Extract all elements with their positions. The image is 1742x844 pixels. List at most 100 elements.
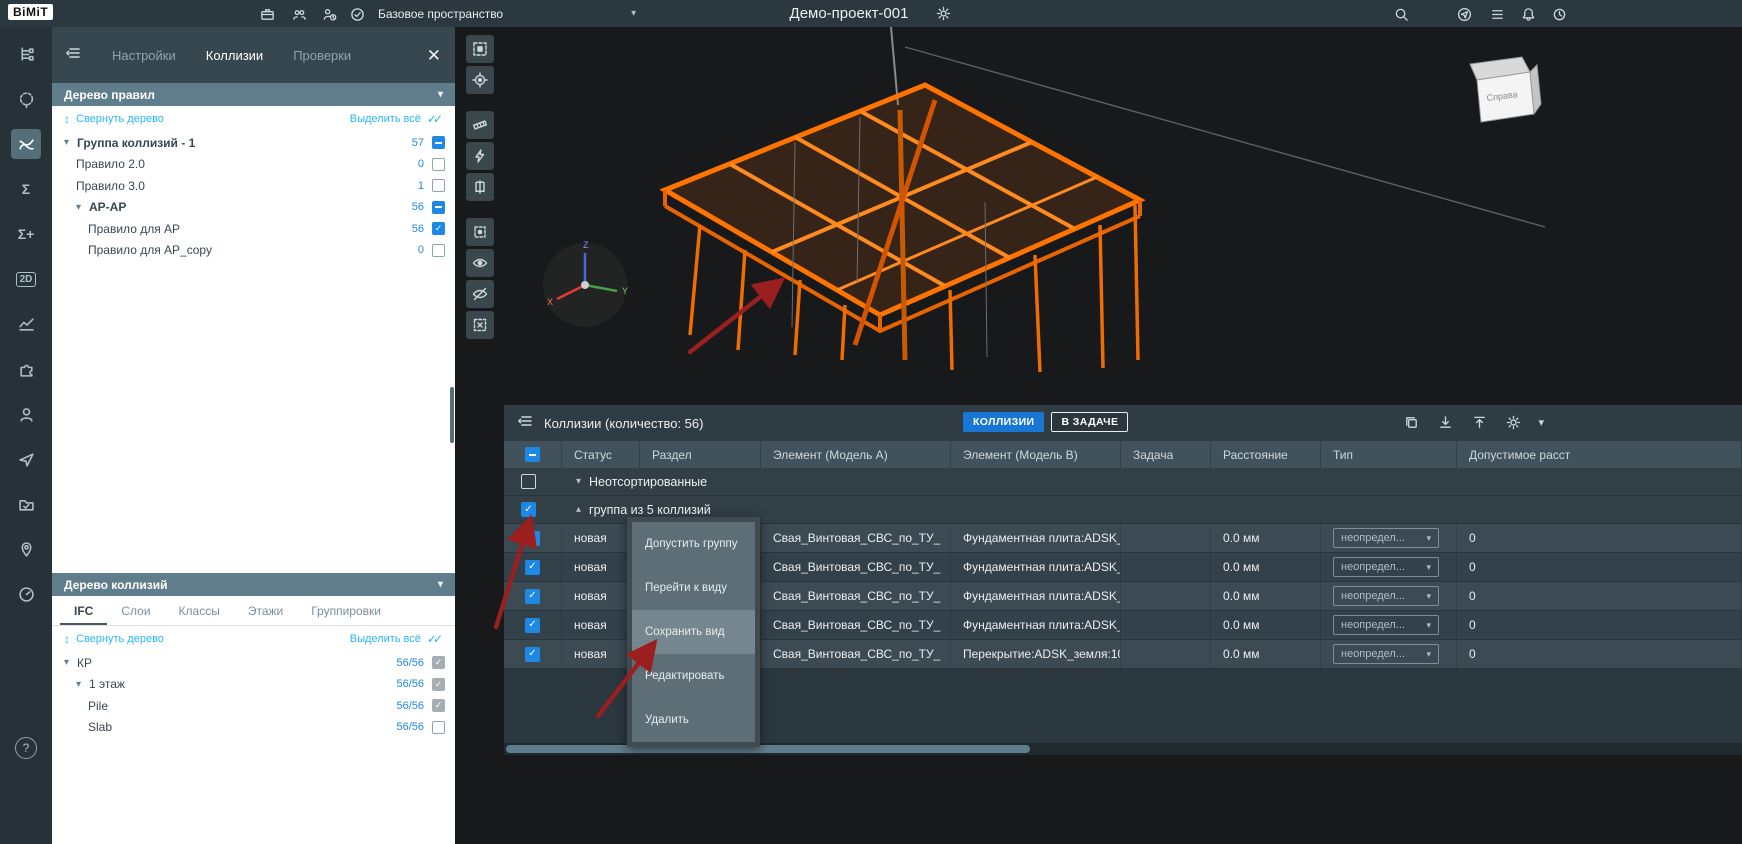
collisions-toggle-button[interactable]: КОЛЛИЗИИ	[963, 412, 1044, 432]
contacts-pin-icon[interactable]	[11, 534, 41, 564]
rules-tree-item[interactable]: Правило для АР 56	[52, 218, 455, 240]
project-settings-gear-icon[interactable]	[934, 5, 952, 23]
scrollbar-thumb[interactable]	[506, 745, 1030, 753]
select-all-link[interactable]: Выделить всё	[350, 113, 421, 125]
charts-icon[interactable]	[11, 309, 41, 339]
caret-down-icon[interactable]: ▾	[576, 476, 581, 487]
column-status[interactable]: Статус	[562, 441, 640, 468]
history-clock-icon[interactable]	[1550, 5, 1568, 23]
show-eye-icon[interactable]	[466, 249, 494, 277]
checkbox-unchecked[interactable]	[432, 721, 445, 734]
type-dropdown[interactable]: неопредел...▾	[1333, 644, 1439, 664]
projects-folder-icon[interactable]	[11, 489, 41, 519]
collision-tree-item[interactable]: Slab 56/56	[52, 717, 455, 739]
caret-down-icon[interactable]: ▾	[76, 202, 89, 213]
sum-add-icon[interactable]: Σ+	[11, 219, 41, 249]
table-settings-gear-icon[interactable]	[1504, 413, 1522, 431]
notifications-bell-icon[interactable]	[1519, 5, 1537, 23]
type-dropdown[interactable]: неопредел...▾	[1333, 586, 1439, 606]
tab-settings[interactable]: Настройки	[112, 48, 176, 63]
column-element-b[interactable]: Элемент (Модель B)	[951, 441, 1121, 468]
collision-tree-item[interactable]: ▾ КР 56/56	[52, 652, 455, 674]
briefcase-icon[interactable]	[258, 5, 276, 23]
table-menu-icon[interactable]	[518, 413, 534, 434]
checkbox-unchecked[interactable]	[432, 179, 445, 192]
rules-tree-item[interactable]: ▾ АР-АР 56	[52, 197, 455, 219]
checkbox-unchecked[interactable]	[432, 158, 445, 171]
close-icon[interactable]: ✕	[427, 47, 441, 64]
select-all-checkbox[interactable]	[525, 447, 540, 462]
group-checkbox[interactable]	[521, 502, 536, 517]
collapse-panel-chevron-icon[interactable]: ▾	[1538, 416, 1544, 429]
panel-menu-icon[interactable]	[66, 45, 82, 66]
checkbox-checked[interactable]	[432, 699, 445, 712]
checkbox-checked[interactable]	[432, 222, 445, 235]
model-tree-icon[interactable]	[11, 39, 41, 69]
row-checkbox[interactable]	[525, 647, 540, 662]
group-checkbox[interactable]	[521, 474, 536, 489]
caret-down-icon[interactable]: ▾	[76, 679, 89, 690]
collapse-tree-link[interactable]: Свернуть дерево	[76, 633, 164, 645]
sum-icon[interactable]: Σ	[11, 174, 41, 204]
hide-eye-icon[interactable]	[466, 280, 494, 308]
tab-floors[interactable]: Этажи	[234, 599, 297, 625]
clip-planes-icon[interactable]	[466, 173, 494, 201]
in-task-toggle-button[interactable]: В ЗАДАЧЕ	[1051, 412, 1128, 432]
tab-groupings[interactable]: Группировки	[297, 599, 395, 625]
checkbox-checked[interactable]	[432, 656, 445, 669]
rules-tree-item[interactable]: ▾ Группа коллизий - 1 57	[52, 132, 455, 154]
collision-tree-header[interactable]: Дерево коллизий ▾	[52, 573, 455, 596]
type-dropdown[interactable]: неопредел...▾	[1333, 557, 1439, 577]
tab-classes[interactable]: Классы	[165, 599, 234, 625]
menu-item-save-view[interactable]: Сохранить вид	[632, 610, 755, 654]
caret-up-icon[interactable]: ▴	[576, 504, 581, 515]
row-checkbox[interactable]	[525, 618, 540, 633]
collision-tree-item[interactable]: ▾ 1 этаж 56/56	[52, 674, 455, 696]
frame-select-icon[interactable]	[466, 35, 494, 63]
rules-tree-header[interactable]: Дерево правил ▾	[52, 83, 455, 106]
2d-view-icon[interactable]: 2D	[11, 264, 41, 294]
column-element-a[interactable]: Элемент (Модель А)	[761, 441, 951, 468]
tab-ifc[interactable]: IFC	[60, 599, 107, 625]
checkbox-indeterminate[interactable]	[432, 201, 445, 214]
checkbox-checked[interactable]	[432, 678, 445, 691]
tab-layers[interactable]: Слои	[107, 599, 164, 625]
select-all-link[interactable]: Выделить всё	[350, 633, 421, 645]
tab-collisions[interactable]: Коллизии	[206, 48, 263, 63]
user-clock-icon[interactable]	[320, 5, 338, 23]
menu-item-edit[interactable]: Редактировать	[632, 654, 755, 698]
focus-target-icon[interactable]	[466, 66, 494, 94]
workspace-selector[interactable]: Базовое пространство ▾	[378, 0, 636, 27]
collapse-tree-link[interactable]: Свернуть дерево	[76, 113, 164, 125]
row-checkbox[interactable]	[525, 560, 540, 575]
group-row-unsorted[interactable]: ▾ Неотсортированные	[504, 468, 1742, 496]
row-checkbox[interactable]	[525, 531, 540, 546]
menu-item-delete[interactable]: Удалить	[632, 698, 755, 742]
collisions-tool-icon[interactable]	[11, 129, 41, 159]
rules-tree-item[interactable]: Правило 3.0 1	[52, 175, 455, 197]
column-type[interactable]: Тип	[1321, 441, 1457, 468]
rules-tree-item[interactable]: Правило для АР_copy 0	[52, 240, 455, 262]
collision-tree-item[interactable]: Pile 56/56	[52, 695, 455, 717]
publish-icon[interactable]	[1455, 5, 1473, 23]
type-dropdown[interactable]: неопредел...▾	[1333, 615, 1439, 635]
team-icon[interactable]	[290, 5, 308, 23]
column-allowed-distance[interactable]: Допустимое расст	[1457, 441, 1742, 468]
type-dropdown[interactable]: неопредел...▾	[1333, 528, 1439, 548]
export-icon[interactable]	[1470, 413, 1488, 431]
column-distance[interactable]: Расстояние	[1211, 441, 1321, 468]
caret-down-icon[interactable]: ▾	[64, 657, 77, 668]
dashboard-gauge-icon[interactable]	[11, 579, 41, 609]
select-lasso-icon[interactable]	[11, 84, 41, 114]
measure-icon[interactable]	[466, 111, 494, 139]
column-task[interactable]: Задача	[1121, 441, 1211, 468]
row-checkbox[interactable]	[525, 589, 540, 604]
caret-down-icon[interactable]: ▾	[64, 137, 77, 148]
isolate-box-icon[interactable]	[466, 218, 494, 246]
send-plane-icon[interactable]	[11, 444, 41, 474]
checkbox-indeterminate[interactable]	[432, 136, 445, 149]
check-circle-icon[interactable]	[348, 5, 366, 23]
section-bolt-icon[interactable]	[466, 142, 494, 170]
menu-item-go-to-view[interactable]: Перейти к виду	[632, 566, 755, 610]
tab-checks[interactable]: Проверки	[293, 48, 351, 63]
